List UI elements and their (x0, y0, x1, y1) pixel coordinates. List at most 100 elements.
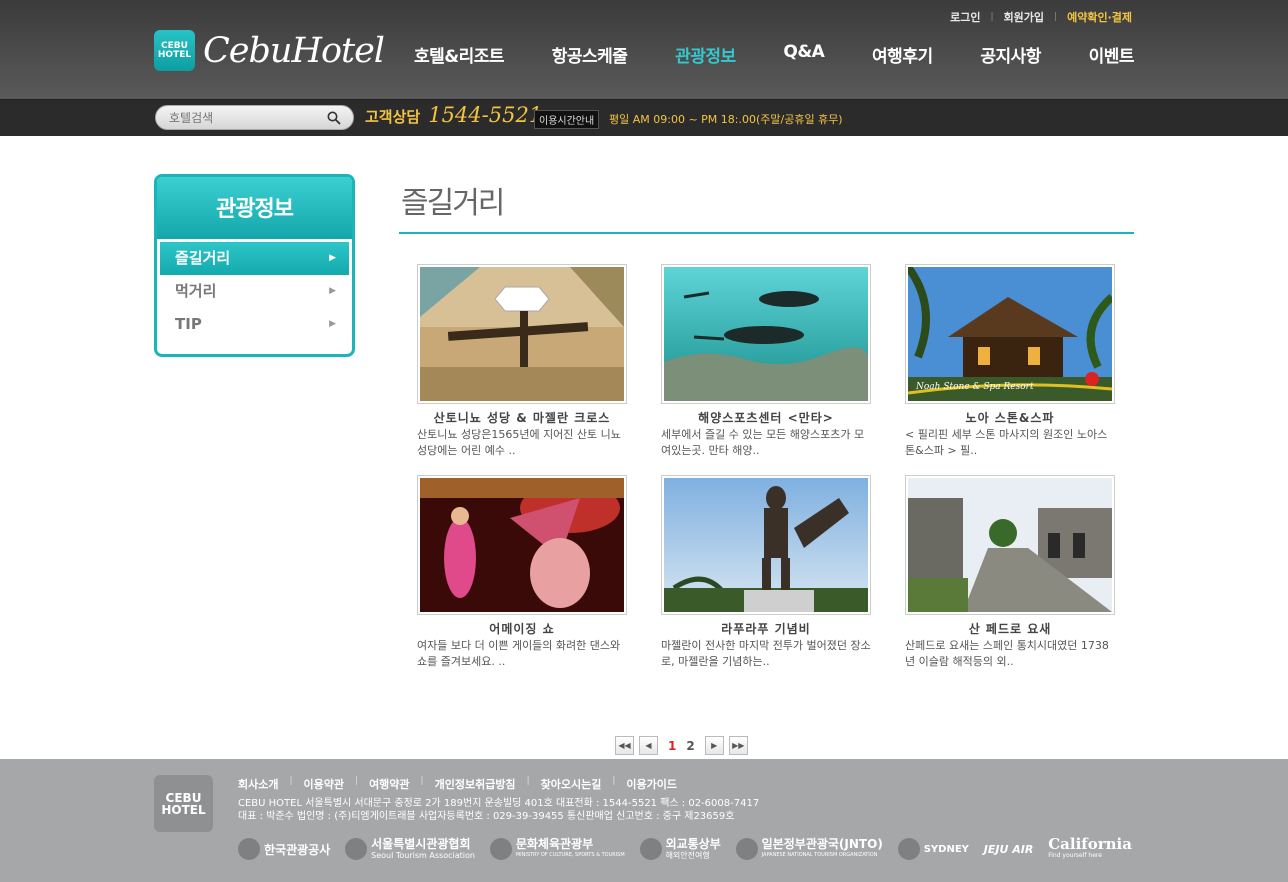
attraction-card[interactable]: Noah Stone & Spa Resort 노아 스톤&스파 < 필리핀 세… (905, 264, 1115, 459)
footer-links: 회사소개 | 이용약관 | 여행약관 | 개인정보취급방침 | 찾아오시는길 |… (238, 776, 677, 792)
title-underline (399, 232, 1134, 234)
partner-emblem-icon (639, 838, 662, 860)
side-menu-title: 관광정보 (157, 177, 352, 239)
arrow-right-icon: ▶ (329, 286, 336, 296)
cs-phone: 1544-5521 (428, 103, 543, 127)
attraction-name[interactable]: 산토니뇨 성당 & 마젤란 크로스 (417, 409, 627, 426)
next-page-button[interactable]: ▶ (704, 736, 724, 755)
attraction-thumbnail[interactable] (905, 475, 1115, 615)
customer-service: 고객상담 1544-5521 (365, 103, 542, 127)
attraction-desc: 마젤란이 전사한 마지막 전투가 벌어졌던 장소로, 마젤란을 기념하는.. (661, 639, 871, 668)
arrow-right-icon: ▶ (329, 319, 336, 329)
partner-logo[interactable]: 한국관광공사 (238, 838, 330, 860)
attraction-card[interactable]: 어메이징 쇼 여자들 보다 더 이쁜 게이들의 화려한 댄스와 쇼를 즐겨보세요… (417, 475, 627, 670)
footer-link-company[interactable]: 회사소개 (238, 776, 278, 792)
footer-link-guide[interactable]: 이용가이드 (626, 776, 677, 792)
nav-reviews[interactable]: 여행후기 (872, 42, 933, 67)
partner-name: SYDNEY (923, 843, 969, 855)
attraction-thumbnail[interactable] (417, 264, 627, 404)
partner-logo[interactable]: JEJU AIR (984, 843, 1034, 856)
partner-logo[interactable]: 서울특별시관광협회 Seoul Tourism Association (345, 838, 475, 860)
attraction-desc: 산페드로 요새는 스페인 통치시대였던 1738년 이슬람 해적등의 외.. (905, 639, 1109, 668)
attraction-thumbnail[interactable]: Noah Stone & Spa Resort (905, 264, 1115, 404)
side-item-label: TIP (175, 315, 202, 333)
prev-page-button[interactable]: ◀ (639, 736, 658, 755)
nav-tour-info[interactable]: 관광정보 (675, 42, 736, 67)
attraction-card[interactable]: 산토니뇨 성당 & 마젤란 크로스 산토니뇨 성당은1565년에 지어진 산토 … (417, 264, 627, 459)
show-photo (420, 478, 624, 612)
attraction-desc: 여자들 보다 더 이쁜 게이들의 화려한 댄스와 쇼를 즐겨보세요. .. (417, 639, 621, 668)
cross-ceiling-photo (420, 267, 624, 401)
partner-subtitle: Find yourself here (1048, 852, 1102, 859)
login-link[interactable]: 로그인 (950, 9, 980, 25)
partner-subtitle: JAPANESE NATIONAL TOURISM ORGANIZATION (761, 852, 878, 858)
divider: | (612, 776, 616, 786)
monument-photo (664, 478, 868, 612)
attraction-name[interactable]: 라푸라푸 기념비 (661, 620, 871, 637)
partner-emblem-icon (238, 838, 260, 860)
partner-subtitle: Seoul Tourism Association (371, 851, 475, 860)
attraction-card[interactable]: 산 페드로 요새 산페드로 요새는 스페인 통치시대였던 1738년 이슬람 해… (905, 475, 1115, 670)
partner-logo[interactable]: 외교통상부 해외안전여행 (639, 838, 721, 860)
footer-link-directions[interactable]: 찾아오시는길 (541, 776, 602, 792)
reservation-check-link[interactable]: 예약확인·결제 (1067, 9, 1132, 25)
nav-hotel-resort[interactable]: 호텔&리조트 (414, 42, 505, 67)
company-info: CEBU HOTEL 서울특별시 서대문구 충정로 2가 189번지 운송빌딩 … (238, 797, 759, 823)
service-hours: 평일 AM 09:00 ~ PM 18:.00(주말/공휴일 휴무) (609, 113, 843, 126)
search-icon[interactable] (327, 111, 341, 125)
first-page-button[interactable]: ◀◀ (615, 736, 634, 755)
utility-links: 로그인 | 회원가입 | 예약확인·결제 (950, 9, 1132, 25)
footer-link-terms[interactable]: 이용약관 (304, 776, 344, 792)
attraction-name[interactable]: 해양스포츠센터 <만타> (661, 409, 871, 426)
page-title: 즐길거리 (401, 186, 505, 221)
side-item-tip[interactable]: TIP ▶ (157, 308, 352, 341)
company-info-line1: CEBU HOTEL 서울특별시 서대문구 충정로 2가 189번지 운송빌딩 … (238, 798, 760, 809)
footer-logo: CEBU HOTEL (154, 775, 213, 832)
nav-event[interactable]: 이벤트 (1089, 42, 1135, 67)
side-item-label: 먹거리 (175, 282, 217, 300)
last-page-button[interactable]: ▶▶ (728, 736, 748, 755)
pagination: ◀◀ ◀ 1 2 ▶ ▶▶ (615, 736, 753, 755)
footer-logo-line1: CEBU (165, 790, 202, 805)
nav-flight-schedule[interactable]: 항공스케줄 (552, 42, 628, 67)
footer-link-privacy[interactable]: 개인정보취급방침 (435, 776, 516, 792)
attraction-card[interactable]: 라푸라푸 기념비 마젤란이 전사한 마지막 전투가 벌어졌던 장소로, 마젤란을… (661, 475, 871, 670)
hours-badge: 이용시간안내 (534, 110, 600, 129)
main-nav: 호텔&리조트 항공스케줄 관광정보 Q&A 여행후기 공지사항 이벤트 (414, 42, 1135, 67)
footer-logo-line2: HOTEL (161, 802, 206, 817)
company-info-line2: 대표 : 박준수 법인명 : (주)티엠게이트래블 사업자등록번호 : 029-… (238, 811, 735, 822)
hotel-search-input[interactable] (169, 109, 319, 127)
attraction-name[interactable]: 노아 스톤&스파 (905, 409, 1115, 426)
partner-logo[interactable]: SYDNEY (897, 838, 969, 860)
signup-link[interactable]: 회원가입 (1004, 9, 1044, 25)
cs-label: 고객상담 (365, 108, 421, 126)
side-item-activities[interactable]: 즐길거리 ▶ (160, 242, 349, 275)
attraction-name[interactable]: 어메이징 쇼 (417, 620, 627, 637)
partner-subtitle: 해외안전여행 (665, 851, 710, 860)
attraction-thumbnail[interactable] (417, 475, 627, 615)
side-item-food[interactable]: 먹거리 ▶ (157, 275, 352, 308)
partner-name: 서울특별시관광협회 (371, 837, 471, 851)
attraction-thumbnail[interactable] (661, 475, 871, 615)
page-number[interactable]: 2 (686, 739, 694, 753)
divider: | (1054, 12, 1058, 22)
partner-logo[interactable]: California Find yourself here (1048, 835, 1132, 860)
logo-mark-line2: HOTEL (157, 49, 192, 60)
header: 로그인 | 회원가입 | 예약확인·결제 CEBU HOTEL CebuHote… (0, 0, 1288, 99)
footer-link-travel-terms[interactable]: 여행약관 (369, 776, 409, 792)
partner-name: California (1048, 835, 1132, 853)
fort-photo (908, 478, 1112, 612)
partner-logo[interactable]: 일본정부관광국(JNTO) JAPANESE NATIONAL TOURISM … (735, 838, 883, 860)
divider: | (990, 12, 994, 22)
nav-notice[interactable]: 공지사항 (980, 42, 1041, 67)
partner-emblem-icon (897, 838, 920, 860)
partner-logo[interactable]: 문화체육관광부 MINISTRY OF CULTURE, SPORTS & TO… (489, 838, 625, 860)
divider: | (289, 776, 293, 786)
attraction-name[interactable]: 산 페드로 요새 (905, 620, 1115, 637)
attraction-thumbnail[interactable] (661, 264, 871, 404)
site-logo[interactable]: CEBU HOTEL CebuHotel (154, 30, 385, 71)
attraction-card[interactable]: 해양스포츠센터 <만타> 세부에서 즐길 수 있는 모든 해양스포츠가 모여있는… (661, 264, 871, 459)
partner-subtitle: MINISTRY OF CULTURE, SPORTS & TOURISM (515, 852, 625, 858)
nav-qna[interactable]: Q&A (783, 42, 824, 67)
page-number-current[interactable]: 1 (668, 739, 676, 753)
